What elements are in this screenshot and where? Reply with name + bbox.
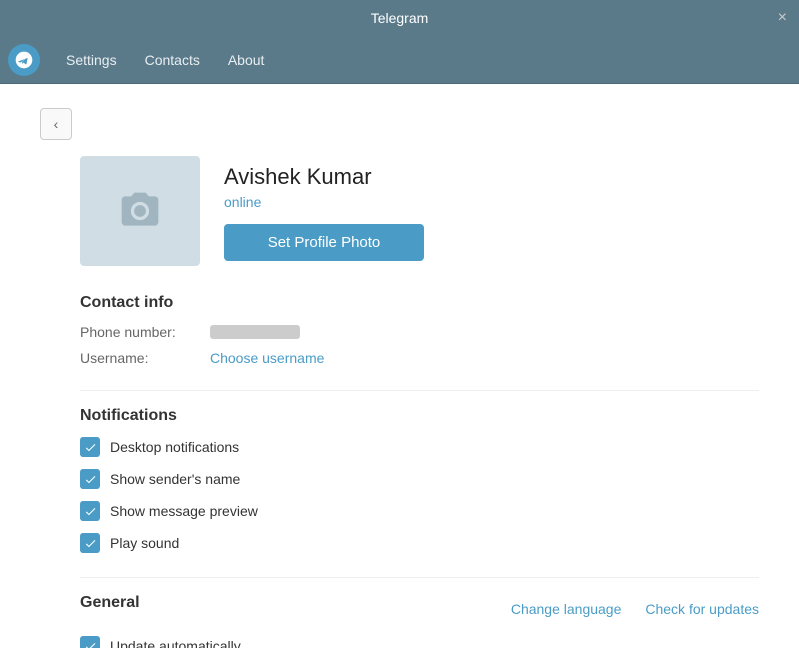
play-sound-row[interactable]: Play sound	[80, 533, 759, 553]
notifications-section: Notifications Desktop notifications Show…	[80, 407, 759, 553]
update-automatically-label: Update automatically	[110, 638, 241, 648]
divider-1	[80, 390, 759, 391]
profile-name: Avishek Kumar	[224, 164, 424, 190]
desktop-notifications-checkbox[interactable]	[80, 437, 100, 457]
title-bar: Telegram ×	[0, 0, 799, 36]
general-section: General Change language Check for update…	[80, 594, 759, 648]
show-sender-label: Show sender's name	[110, 471, 240, 487]
back-button[interactable]: ‹	[40, 108, 72, 140]
phone-label: Phone number:	[80, 324, 210, 340]
profile-section: Avishek Kumar online Set Profile Photo	[80, 156, 759, 266]
menu-item-contacts[interactable]: Contacts	[131, 44, 214, 76]
notifications-title: Notifications	[80, 407, 759, 425]
general-header: General Change language Check for update…	[80, 594, 759, 624]
profile-status: online	[224, 194, 424, 210]
checkmark-icon	[84, 441, 97, 454]
general-title: General	[80, 594, 140, 612]
contact-info-title: Contact info	[80, 294, 759, 312]
desktop-notifications-label: Desktop notifications	[110, 439, 239, 455]
username-label: Username:	[80, 350, 210, 366]
profile-info: Avishek Kumar online Set Profile Photo	[224, 156, 424, 261]
main-content: ‹ Avishek Kumar online Set Profile Photo…	[0, 84, 799, 648]
contact-info-section: Contact info Phone number: Username: Cho…	[80, 294, 759, 366]
checkmark-icon	[84, 640, 97, 648]
change-language-link[interactable]: Change language	[511, 601, 622, 617]
divider-2	[80, 577, 759, 578]
phone-row: Phone number:	[80, 324, 759, 340]
checkmark-icon	[84, 473, 97, 486]
telegram-icon	[14, 50, 34, 70]
choose-username-link[interactable]: Choose username	[210, 350, 324, 366]
show-sender-row[interactable]: Show sender's name	[80, 469, 759, 489]
username-row: Username: Choose username	[80, 350, 759, 366]
app-logo	[8, 44, 40, 76]
update-automatically-row[interactable]: Update automatically	[80, 636, 759, 648]
back-chevron-icon: ‹	[54, 116, 59, 132]
close-button[interactable]: ×	[778, 10, 787, 26]
phone-value-blur	[210, 325, 300, 339]
checkmark-icon	[84, 505, 97, 518]
show-preview-row[interactable]: Show message preview	[80, 501, 759, 521]
desktop-notifications-row[interactable]: Desktop notifications	[80, 437, 759, 457]
menu-bar: Settings Contacts About	[0, 36, 799, 84]
avatar	[80, 156, 200, 266]
menu-item-about[interactable]: About	[214, 44, 279, 76]
play-sound-checkbox[interactable]	[80, 533, 100, 553]
menu-item-settings[interactable]: Settings	[52, 44, 131, 76]
camera-icon	[118, 189, 162, 233]
app-title: Telegram	[371, 10, 429, 26]
update-automatically-checkbox[interactable]	[80, 636, 100, 648]
show-preview-label: Show message preview	[110, 503, 258, 519]
show-preview-checkbox[interactable]	[80, 501, 100, 521]
check-updates-link[interactable]: Check for updates	[645, 601, 759, 617]
play-sound-label: Play sound	[110, 535, 179, 551]
checkmark-icon	[84, 537, 97, 550]
set-profile-photo-button[interactable]: Set Profile Photo	[224, 224, 424, 261]
general-actions: Change language Check for updates	[511, 601, 759, 617]
show-sender-checkbox[interactable]	[80, 469, 100, 489]
